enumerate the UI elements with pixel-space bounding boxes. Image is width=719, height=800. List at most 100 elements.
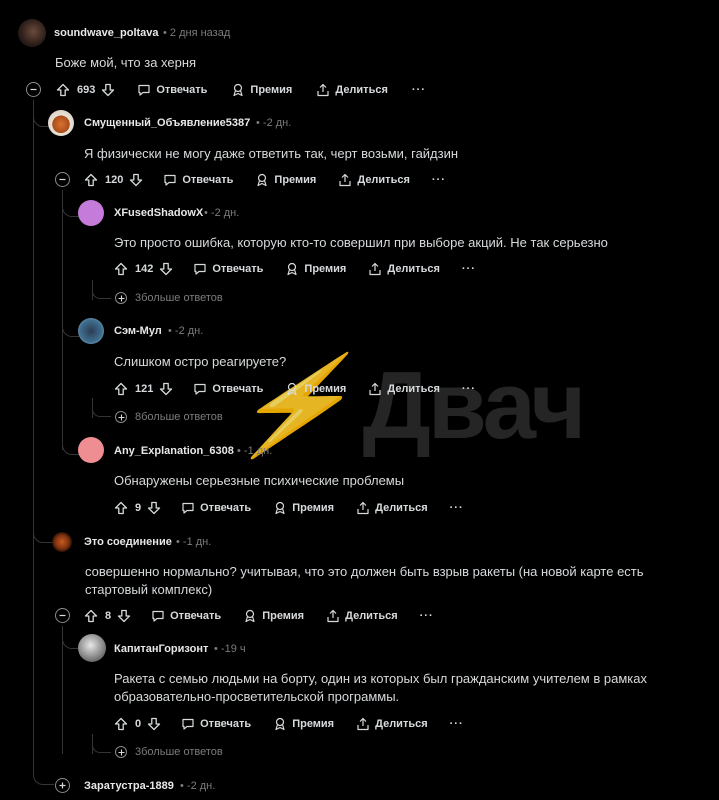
more-replies-link[interactable]: 3больше ответов (115, 292, 223, 304)
avatar[interactable] (78, 200, 104, 226)
award-button[interactable]: Премия (231, 83, 292, 97)
comment-actions: 120 Отвечать Премия Делиться ··· (84, 170, 446, 190)
reply-button[interactable]: Отвечать (193, 262, 263, 276)
collapse-thread-button[interactable] (55, 608, 70, 623)
vote-score: 121 (135, 383, 154, 395)
plus-icon (115, 292, 127, 304)
comment-author[interactable]: Any_Explanation_6308 (114, 445, 234, 457)
comment-timestamp: • -2 дн. (204, 207, 240, 219)
award-button[interactable]: Премия (285, 262, 346, 276)
award-icon (245, 609, 255, 623)
more-options-button[interactable]: ··· (420, 610, 434, 622)
upvote-icon[interactable] (114, 382, 128, 396)
comment-author[interactable]: soundwave_poltava (54, 27, 159, 39)
more-options-button[interactable]: ··· (462, 383, 476, 395)
reply-button[interactable]: Отвечать (181, 717, 251, 731)
comment-timestamp: • 2 дня назад (163, 27, 231, 39)
share-button[interactable]: Делиться (316, 83, 388, 97)
thread-connector (92, 742, 111, 753)
reply-button[interactable]: Отвечать (163, 173, 233, 187)
thread-line (62, 626, 63, 754)
more-options-button[interactable]: ··· (450, 718, 464, 730)
award-button[interactable]: Премия (255, 173, 316, 187)
comment-timestamp: • -2 дн. (168, 325, 204, 337)
collapse-thread-button[interactable] (55, 172, 70, 187)
upvote-icon[interactable] (84, 173, 98, 187)
more-options-button[interactable]: ··· (462, 263, 476, 275)
comment-icon (194, 383, 206, 395)
comment-author[interactable]: КапитанГоризонт (114, 643, 208, 655)
thread-connector (92, 288, 111, 299)
upvote-icon[interactable] (114, 501, 128, 515)
comment-icon (194, 263, 206, 275)
comment-text: Обнаружены серьезные психические проблем… (114, 473, 405, 488)
thread-connector (62, 440, 79, 455)
comment-icon (164, 174, 176, 186)
downvote-icon[interactable] (159, 382, 173, 396)
comment-timestamp: • -2 дн. (256, 117, 292, 129)
more-options-button[interactable]: ··· (450, 502, 464, 514)
share-icon (369, 382, 381, 396)
downvote-icon[interactable] (147, 717, 161, 731)
comment-author[interactable]: Заратустра-1889 (84, 780, 174, 792)
award-button[interactable]: Премия (243, 609, 304, 623)
comment-actions: 142 Отвечать Премия Делиться ··· (114, 259, 476, 279)
comment-author[interactable]: Это соединение (84, 536, 172, 548)
more-options-button[interactable]: ··· (412, 84, 426, 96)
more-replies-link[interactable]: 8больше ответов (115, 411, 223, 423)
thread-line (62, 190, 63, 450)
share-icon (357, 501, 369, 515)
comment-timestamp: • -2 дн. (180, 780, 216, 792)
comment-timestamp: • -1 дн. (176, 536, 212, 548)
downvote-icon[interactable] (117, 609, 131, 623)
downvote-icon[interactable] (147, 501, 161, 515)
downvote-icon[interactable] (159, 262, 173, 276)
award-icon (257, 173, 268, 187)
avatar[interactable] (52, 532, 72, 552)
expand-thread-button[interactable] (55, 778, 70, 793)
upvote-icon[interactable] (56, 83, 70, 97)
share-button[interactable]: Делиться (368, 262, 440, 276)
reply-button[interactable]: Отвечать (193, 382, 263, 396)
avatar[interactable] (78, 437, 104, 463)
thread-connector (33, 768, 54, 785)
share-button[interactable]: Делиться (326, 609, 398, 623)
reply-button[interactable]: Отвечать (137, 83, 207, 97)
more-replies-link[interactable]: 3больше ответов (115, 746, 223, 758)
award-button[interactable]: Премия (273, 717, 334, 731)
downvote-icon[interactable] (129, 173, 143, 187)
share-button[interactable]: Делиться (356, 501, 428, 515)
award-button[interactable]: Премия (285, 382, 346, 396)
upvote-icon[interactable] (84, 609, 98, 623)
more-options-button[interactable]: ··· (432, 174, 446, 186)
avatar[interactable] (18, 19, 46, 47)
share-button[interactable]: Делиться (368, 382, 440, 396)
reply-button[interactable]: Отвечать (181, 501, 251, 515)
reply-button[interactable]: Отвечать (151, 609, 221, 623)
share-button[interactable]: Делиться (356, 717, 428, 731)
comment-author[interactable]: Сэм-Мул (114, 325, 162, 337)
upvote-icon[interactable] (114, 262, 128, 276)
avatar[interactable] (48, 110, 74, 136)
thread-connector (33, 530, 54, 543)
comment-text: Я физически не могу даже ответить так, ч… (84, 146, 459, 161)
award-icon (275, 501, 285, 515)
avatar[interactable] (78, 634, 106, 662)
downvote-icon[interactable] (101, 83, 115, 97)
share-icon (357, 717, 369, 731)
thread-connector (62, 202, 79, 217)
upvote-icon[interactable] (114, 717, 128, 731)
vote-score: 120 (105, 174, 124, 186)
share-icon (369, 262, 381, 276)
collapse-thread-button[interactable] (26, 82, 41, 97)
comment-icon (138, 84, 150, 96)
comment-actions: 0 Отвечать Премия Делиться ··· (114, 714, 464, 734)
comment-author[interactable]: Смущенный_Объявление5387 (84, 117, 250, 129)
watermark: ⚡Двач (222, 352, 587, 459)
comment-icon (182, 718, 194, 730)
share-button[interactable]: Делиться (338, 173, 410, 187)
comment-author[interactable]: XFusedShadowX (114, 207, 203, 219)
award-button[interactable]: Премия (273, 501, 334, 515)
comment-actions: 8 Отвечать Премия Делиться ··· (84, 606, 434, 626)
avatar[interactable] (78, 318, 104, 344)
